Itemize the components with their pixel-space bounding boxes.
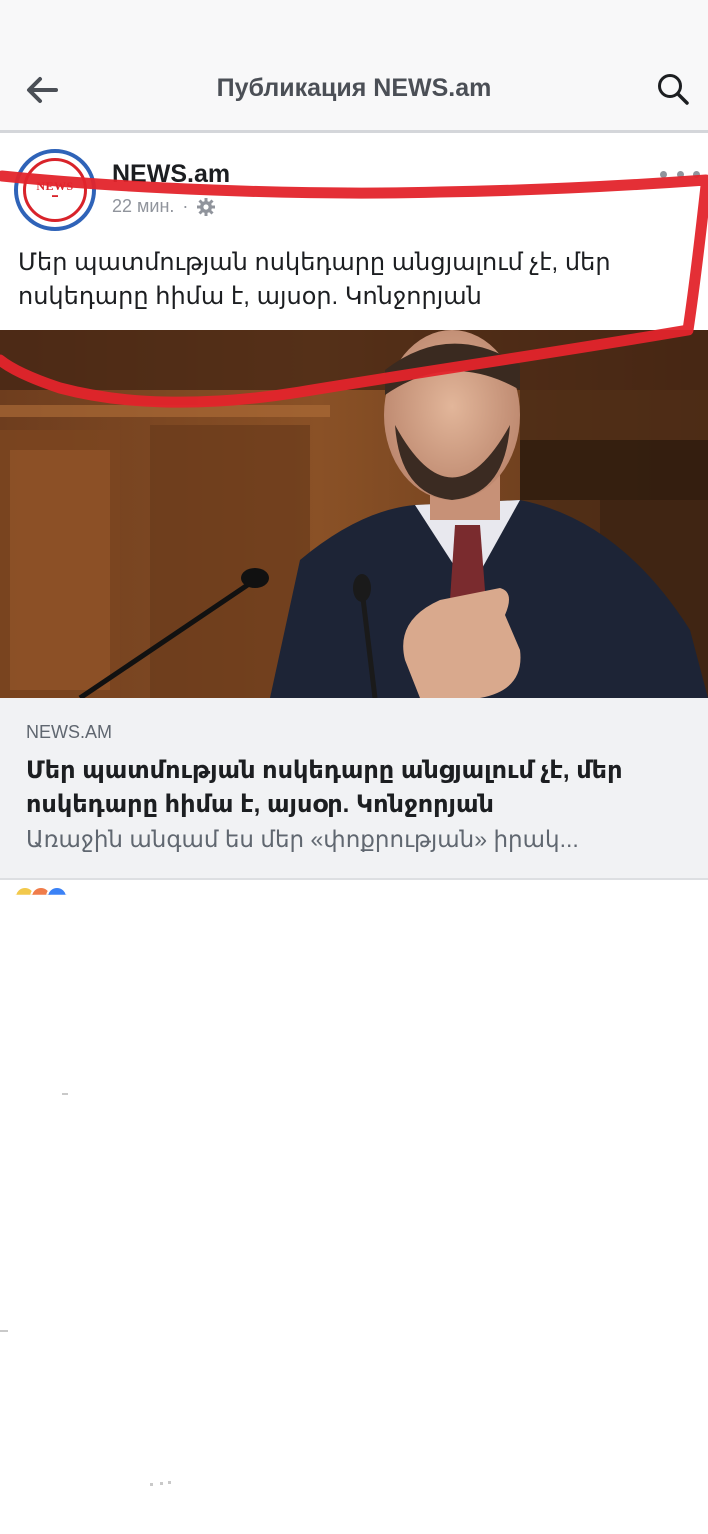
page-avatar[interactable]: NEWS ▬ (14, 149, 96, 231)
page-name-link[interactable]: NEWS.am (112, 160, 230, 189)
top-app-bar: Публикация NEWS.am (0, 0, 708, 133)
speck (160, 1482, 163, 1485)
post-text: Մեր պատմության ոսկեդարը անցյալում չէ, մե… (18, 249, 611, 310)
post-photo[interactable] (0, 330, 708, 698)
reaction-icons[interactable] (14, 886, 114, 900)
page-title: Публикация NEWS.am (216, 74, 492, 102)
more-horizontal-icon (660, 170, 667, 178)
link-domain: NEWS.AM (26, 722, 113, 742)
post-meta: 22 мин. · (112, 196, 216, 217)
more-dot (676, 170, 684, 178)
link-preview-card[interactable]: NEWS.AM Մեր պատմության ոսկեդարը անցյալու… (0, 698, 708, 880)
more-dot (693, 170, 700, 178)
speck (168, 1481, 171, 1484)
like-reaction-icon (46, 886, 68, 895)
link-title: Մեր պատմության ոսկեդարը անցյալում չէ, մե… (26, 757, 623, 818)
speck (0, 1330, 8, 1332)
gear-icon (197, 197, 216, 216)
more-options-button[interactable] (660, 164, 700, 184)
meta-separator: · (182, 196, 189, 216)
speck (150, 1483, 153, 1486)
news-logo: NEWS ▬ (23, 158, 87, 222)
speck (62, 1093, 68, 1095)
avatar-logo-text: NEWS (36, 179, 74, 193)
avatar-logo-mark: ▬ (52, 193, 58, 199)
link-description: Առաջին անգամ ես մեր «փոքրության» իրակ... (26, 826, 579, 852)
search-icon (658, 74, 689, 105)
post-timestamp[interactable]: 22 мин. (112, 196, 174, 217)
search-button[interactable] (652, 68, 694, 110)
photo-image (0, 330, 708, 698)
